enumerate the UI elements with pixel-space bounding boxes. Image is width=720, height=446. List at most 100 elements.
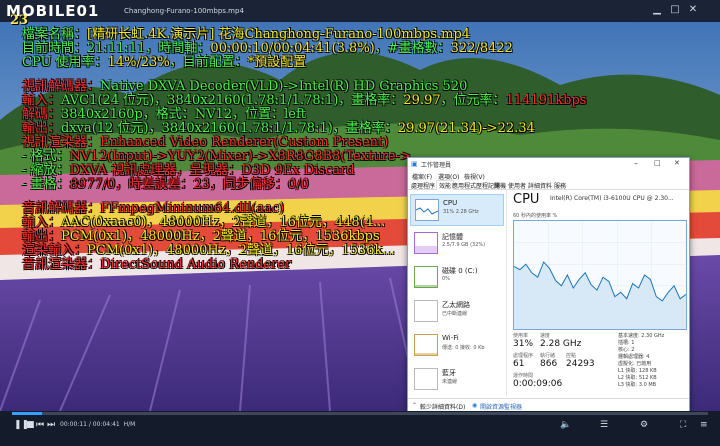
task-manager-title-bar[interactable]: ▣ 工作管理員 – □ ✕ xyxy=(408,158,689,170)
spec-l2: L2 快取: 512 KB xyxy=(618,375,657,381)
graph-caption: 60 秒內的使用率 % xyxy=(513,213,558,219)
fullscreen-icon[interactable]: ⛶ xyxy=(680,420,686,430)
osd-value: Native DXVA Decoder(VLD)->Intel(R) HD Gr… xyxy=(100,79,468,94)
osd-label: ，位元率： xyxy=(440,93,506,108)
osd-label: - 畫格： xyxy=(22,177,70,192)
wifi-thumb-graph xyxy=(414,334,438,356)
osd-label: 音訊渲染器： xyxy=(22,257,101,272)
stat-util: 31% xyxy=(513,339,534,349)
tab-users[interactable]: 使用者 xyxy=(508,181,526,190)
menu-icon[interactable]: ≡ xyxy=(700,420,708,430)
osd-label: 檔案名稱： xyxy=(22,27,88,42)
stat-speed: 2.28 GHz xyxy=(540,339,582,349)
spec-virtualization: 虛擬化: 已啟用 xyxy=(618,361,652,367)
osd-value: *預設配置 xyxy=(247,55,307,70)
osd-label: - 格式： xyxy=(22,149,70,164)
time-value: 00:00:11 / 00:04:41 xyxy=(60,421,120,428)
resource-name: CPU xyxy=(443,199,458,207)
maximize-icon[interactable]: □ xyxy=(654,159,661,167)
osd-vdec-line: 視訊解碼器：Native DXVA Decoder(VLD)->Intel(R)… xyxy=(22,80,467,94)
stat-handle-label: 控點 xyxy=(566,353,577,359)
osd-value: PCM(0x1)，48000Hz，2聲道，16位元，1536k... xyxy=(87,243,395,258)
resource-disk[interactable]: 磁碟 0 (C:) 0% xyxy=(410,262,502,292)
osd-label: 目前時間： xyxy=(22,41,88,56)
tab-processes[interactable]: 處理程序 xyxy=(411,181,435,190)
spec-l1: L1 快取: 128 KB xyxy=(618,368,657,374)
resource-sub: 傳送: 0 接收: 0 Kb xyxy=(442,345,485,351)
osd-value: 14%/23% xyxy=(107,55,170,70)
close-icon[interactable]: ✕ xyxy=(674,159,680,167)
osd-file-line: 檔案名稱：[精研长虹.4K.演示片] 花海Changhong-Furano-10… xyxy=(22,28,470,42)
spec-cores: 核心: 2 xyxy=(618,347,635,353)
resource-memory[interactable]: 記憶體 2.5/7.9 GB (32%) xyxy=(410,228,502,258)
resource-sub: 0% xyxy=(442,276,450,282)
osd-value: FFmpegMininum64.dll(aac) xyxy=(100,201,285,216)
tab-details[interactable]: 詳細資料 xyxy=(528,181,552,190)
minimize-icon[interactable]: – xyxy=(634,159,638,168)
resource-monitor-icon: ◉ xyxy=(472,402,478,409)
cpu-thumb-graph xyxy=(415,199,439,221)
tab-services[interactable]: 服務 xyxy=(554,181,566,190)
resource-name: Wi-Fi xyxy=(442,334,459,342)
osd-vin-line: 輸入：AVC1(24 位元)，3840x2160(1.78:1/1.78:1)，… xyxy=(22,94,586,108)
osd-value: 322/8422 xyxy=(450,41,513,56)
seek-bar[interactable] xyxy=(12,412,708,415)
memory-thumb-graph xyxy=(414,232,438,254)
osd-value: 00:00:10/00:04:41(3.8%) xyxy=(210,41,375,56)
resource-ethernet[interactable]: 乙太網路 已中斷連線 xyxy=(410,296,502,326)
volume-icon[interactable]: 🔈 xyxy=(560,420,571,430)
osd-vscale-line: - 縮放：DXVA 視訊處理器，呈現器：D3D 9Ex Discard xyxy=(22,164,355,178)
osd-label: 音訊解碼器： xyxy=(22,201,101,216)
osd-time-line: 目前時間：21:11:11，時間軸：00:00:10/00:04:41(3.8%… xyxy=(22,42,513,56)
stat-uptime: 0:00:09:06 xyxy=(513,379,563,389)
osd-aren-line: 音訊渲染器：DirectSound Audio Renderer xyxy=(22,258,291,272)
osd-label: ，目前配置： xyxy=(169,55,248,70)
osd-label: 渲染輸入： xyxy=(22,243,88,258)
playlist-icon[interactable]: ☰ xyxy=(600,420,608,430)
osd-value: 8977/0，時差誤差：23，同步偏移：0/0 xyxy=(69,177,309,192)
osd-vfmt-line: - 格式：NV12(Input)->YUY2(Mixer)->X8R8G8B8(… xyxy=(22,150,423,164)
osd-value: Enhanced Video Renderer(Custom Present) xyxy=(100,135,389,150)
chevron-up-icon[interactable]: ⌃ xyxy=(412,402,417,409)
resource-cpu[interactable]: CPU 31% 2.28 GHz xyxy=(410,194,504,226)
osd-adec-line: 音訊解碼器：FFmpegMininum64.dll(aac) xyxy=(22,202,284,216)
settings-icon[interactable]: ⚙ xyxy=(640,420,648,430)
osd-label: ，時間軸： xyxy=(145,41,211,56)
task-manager-menu: 檔案(F) 選項(O) 檢視(V) xyxy=(408,171,689,181)
osd-value: AAC(0xaac0)，48000Hz，2聲道，16位元，448(4... xyxy=(61,215,386,230)
fewer-details-link[interactable]: 較少詳細資料(D) xyxy=(420,402,465,411)
resource-name: 磁碟 0 (C:) xyxy=(442,267,478,275)
task-manager-icon: ▣ xyxy=(411,160,418,168)
resource-sub: 未連線 xyxy=(442,379,458,385)
osd-value: AVC1(24 位元)，3840x2160(1.78:1/1.78:1)，畫格率… xyxy=(61,93,404,108)
osd-value: 3840x2160p，格式：NV12，位置：left xyxy=(61,107,307,122)
stat-thread: 866 xyxy=(540,359,558,369)
stat-speed-label: 速度 xyxy=(540,333,551,339)
osd-value: NV12(Input)->YUY2(Mixer)->X8R8G8B8(Textu… xyxy=(69,149,424,164)
next-icon[interactable]: ⏭ xyxy=(47,420,55,430)
cpu-heading: CPU xyxy=(513,192,540,207)
open-resource-monitor-link[interactable]: 開啟資源監視器 xyxy=(480,402,522,411)
task-manager-window[interactable]: ▣ 工作管理員 – □ ✕ 檔案(F) 選項(O) 檢視(V) 處理程序 效能 … xyxy=(407,157,690,413)
osd-ain-line: 輸入：AAC(0xaac0)，48000Hz，2聲道，16位元，448(4... xyxy=(22,216,385,230)
osd-value: DXVA 視訊處理器，呈現器：D3D 9Ex Discard xyxy=(69,163,355,178)
resource-sub: 2.5/7.9 GB (32%) xyxy=(442,242,486,248)
tab-startup[interactable]: 開機 xyxy=(494,181,506,190)
previous-icon[interactable]: ⏮ xyxy=(36,420,44,430)
osd-label: 視訊渲染器： xyxy=(22,135,101,150)
osd-cpu-line: CPU 使用率：14%/23%，目前配置：*預設配置 xyxy=(22,56,306,70)
resource-bluetooth[interactable]: 藍牙 未連線 xyxy=(410,364,502,394)
osd-value: 29.97(21.34)->22.34 xyxy=(397,121,535,136)
osd-vren-line: 視訊渲染器：Enhanced Video Renderer(Custom Pre… xyxy=(22,136,388,150)
player-control-bar xyxy=(0,411,720,446)
osd-label: 輸出： xyxy=(22,121,62,136)
ethernet-thumb-graph xyxy=(414,300,438,322)
resource-name: 乙太網路 xyxy=(442,301,470,309)
disk-thumb-graph xyxy=(414,266,438,288)
cpu-usage-graph xyxy=(513,220,687,330)
osd-value: dxva(12 位元)，3840x2160(1.78:1/1.78:1)，畫格率… xyxy=(61,121,398,136)
stop-icon[interactable]: ■ xyxy=(26,420,35,430)
bluetooth-thumb-graph xyxy=(414,368,438,390)
tab-app-history[interactable]: 應用程式歷程記錄 xyxy=(452,181,500,190)
resource-wifi[interactable]: Wi-Fi 傳送: 0 接收: 0 Kb xyxy=(410,330,502,360)
